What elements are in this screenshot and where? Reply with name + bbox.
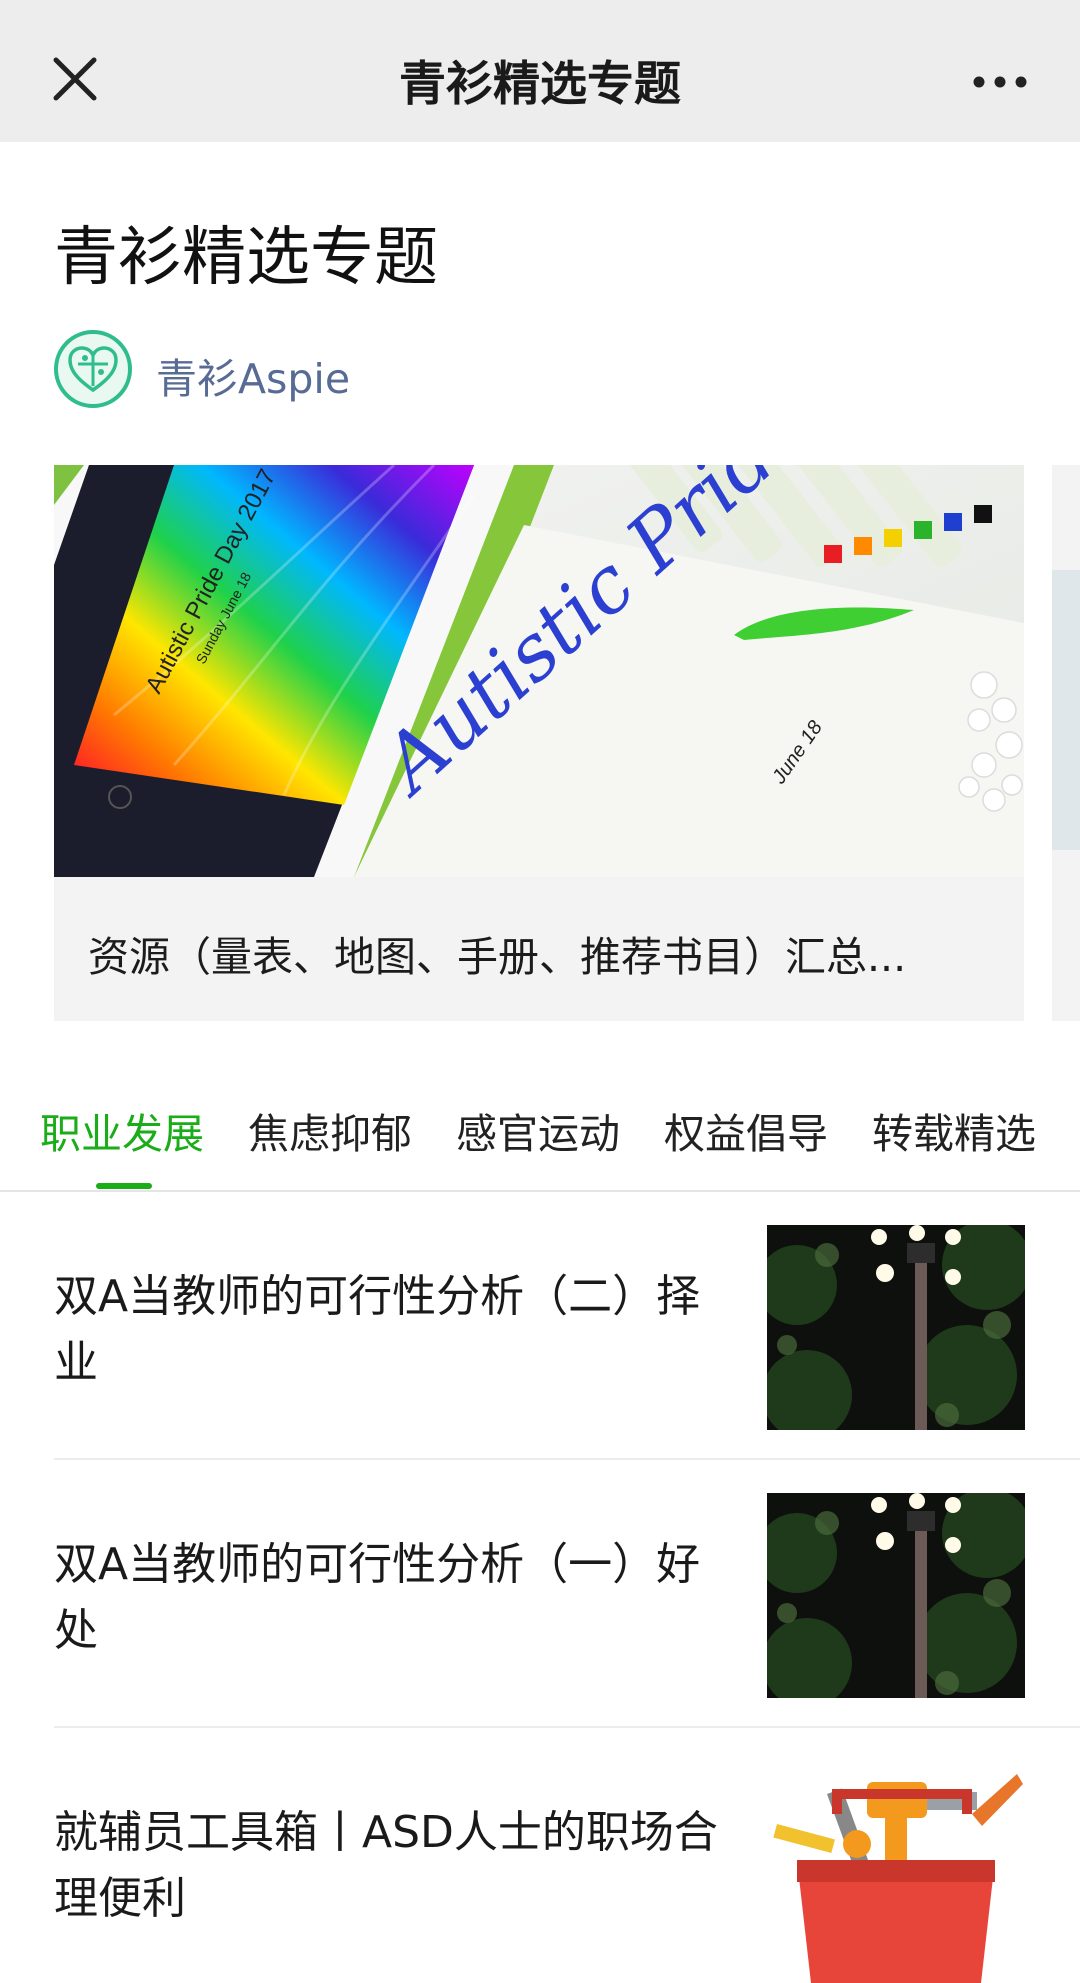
category-tabs: 职业发展 焦虑抑郁 感官运动 权益倡导 转载精选: [0, 1090, 1080, 1190]
tab-rights-advocacy[interactable]: 权益倡导: [664, 1100, 828, 1160]
page-title: 青衫精选专题: [54, 221, 438, 295]
puzzle-heart-icon: [68, 346, 118, 393]
article-list-item[interactable]: 双A当教师的可行性分析（二）择业: [54, 1192, 1080, 1460]
article-title: 双A当教师的可行性分析（二）择业: [54, 1271, 701, 1388]
article-list-item[interactable]: 就辅员工具箱丨ASD人士的职场合理便利: [54, 1728, 1080, 1983]
featured-banner-card[interactable]: Autistic Pride Day 2017 Sunday June 18 A…: [54, 465, 1024, 1021]
more-button[interactable]: [970, 60, 1030, 100]
banner-image: Autistic Pride Day 2017 Sunday June 18 A…: [54, 465, 1024, 877]
nav-title: 青衫精选专题: [399, 57, 681, 112]
account-name-link[interactable]: 青衫Aspie: [156, 345, 350, 405]
article-list-item[interactable]: 双A当教师的可行性分析（一）好处: [54, 1460, 1080, 1728]
next-banner-image: [1052, 570, 1080, 850]
tab-career[interactable]: 职业发展: [40, 1100, 204, 1160]
more-horizontal-icon: [973, 76, 1027, 88]
article-thumbnail: [767, 1225, 1025, 1430]
tab-anxiety-depression[interactable]: 焦虑抑郁: [248, 1100, 412, 1160]
active-tab-indicator: [96, 1183, 152, 1189]
tab-reposts[interactable]: 转载精选: [872, 1100, 1036, 1160]
tab-sensory-motor[interactable]: 感官运动: [456, 1100, 620, 1160]
top-nav-bar: 青衫精选专题: [0, 0, 1080, 142]
account-avatar[interactable]: [54, 330, 132, 408]
article-title: 就辅员工具箱丨ASD人士的职场合理便利: [54, 1807, 718, 1924]
banner-caption: 资源（量表、地图、手册、推荐书目）汇总...: [88, 933, 907, 981]
article-thumbnail: [767, 1493, 1025, 1698]
article-title: 双A当教师的可行性分析（一）好处: [54, 1539, 701, 1656]
article-thumbnail: [767, 1774, 1025, 1983]
